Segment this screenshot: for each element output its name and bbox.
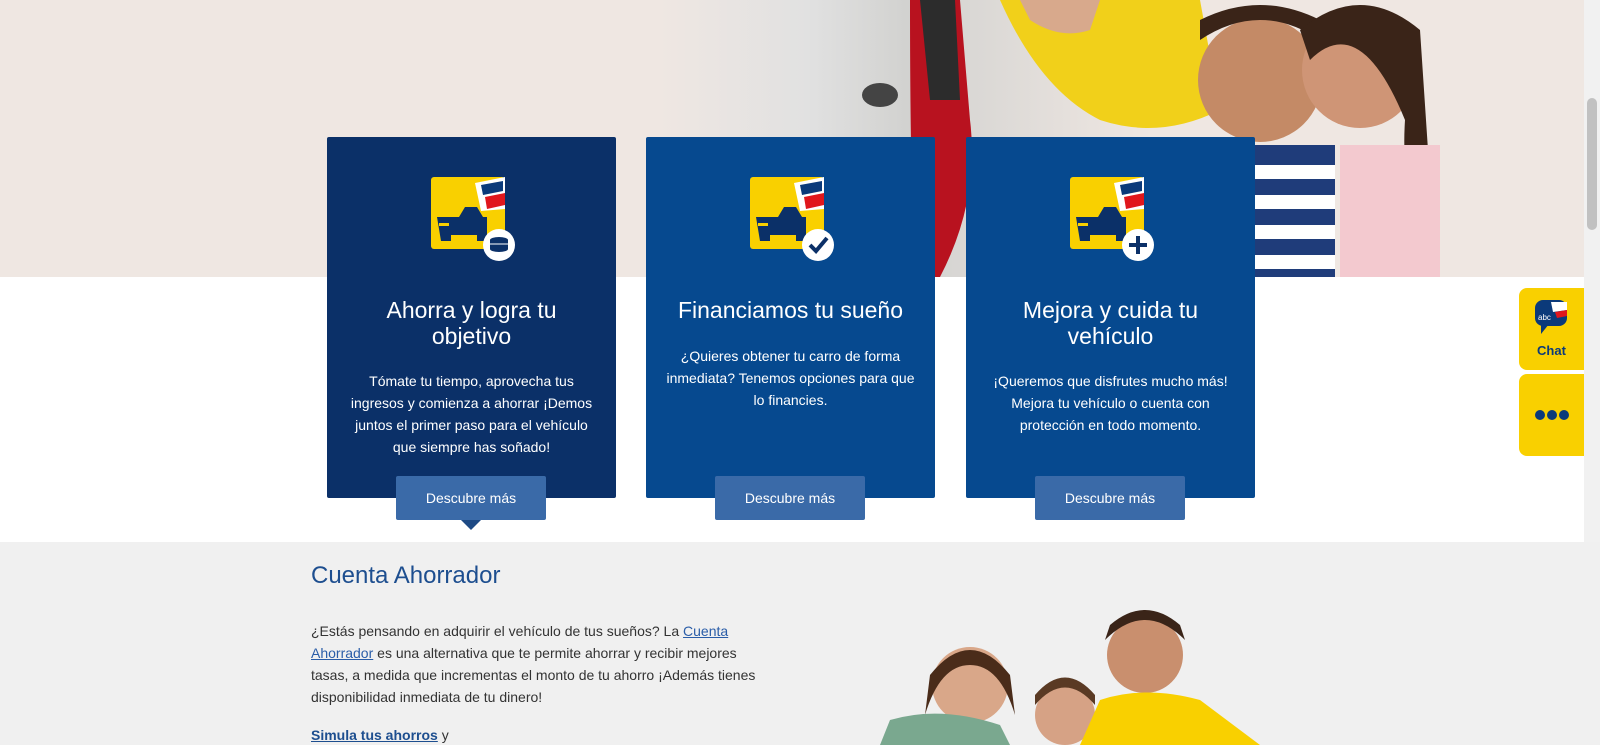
descubre-mas-button[interactable]: Descubre más	[1035, 476, 1185, 520]
section-title: Cuenta Ahorrador	[311, 562, 501, 589]
scrollbar-thumb[interactable]	[1587, 98, 1597, 230]
simula-ahorros-link[interactable]: Simula tus ahorros	[311, 727, 438, 743]
chat-bubble-icon: abc	[1535, 300, 1567, 334]
card-mejora: Mejora y cuida tu vehículo ¡Queremos que…	[966, 137, 1255, 520]
car-protection-icon	[1070, 177, 1154, 261]
car-financing-icon	[750, 177, 834, 261]
descubre-mas-button[interactable]: Descubre más	[396, 476, 546, 520]
descubre-mas-button[interactable]: Descubre más	[715, 476, 865, 520]
card-financiamos: Financiamos tu sueño ¿Quieres obtener tu…	[646, 137, 935, 520]
card-description: Tómate tu tiempo, aprovecha tus ingresos…	[350, 373, 593, 455]
card-description: ¡Queremos que disfrutes mucho más! Mejor…	[993, 373, 1228, 433]
card-description: ¿Quieres obtener tu carro de forma inmed…	[666, 348, 915, 408]
chat-label: Chat	[1537, 343, 1566, 358]
card-ahorra: Ahorra y logra tu objetivo Tómate tu tie…	[327, 137, 616, 530]
more-options-widget[interactable]	[1519, 374, 1584, 456]
simula-line: Simula tus ahorros y	[311, 727, 449, 743]
active-indicator-arrow	[461, 520, 481, 530]
card-title: Financiamos tu sueño	[677, 297, 903, 323]
family-photo	[880, 605, 1260, 745]
chat-widget[interactable]: abc Chat	[1519, 288, 1584, 370]
cuenta-ahorrador-section	[0, 542, 1600, 745]
section-text-before: ¿Estás pensando en adquirir el vehículo …	[311, 623, 684, 639]
simula-after-text: y	[437, 727, 449, 743]
card-title: Mejora y cuida tu vehículo	[1022, 297, 1199, 349]
more-dots-icon	[1535, 410, 1569, 420]
section-text-after: es una alternativa que te permite ahorra…	[311, 645, 756, 705]
card-title: Ahorra y logra tu objetivo	[386, 297, 557, 349]
section-description: ¿Estás pensando en adquirir el vehículo …	[311, 620, 771, 708]
chat-badge-text: abc	[1538, 313, 1551, 322]
car-savings-icon	[431, 177, 515, 261]
